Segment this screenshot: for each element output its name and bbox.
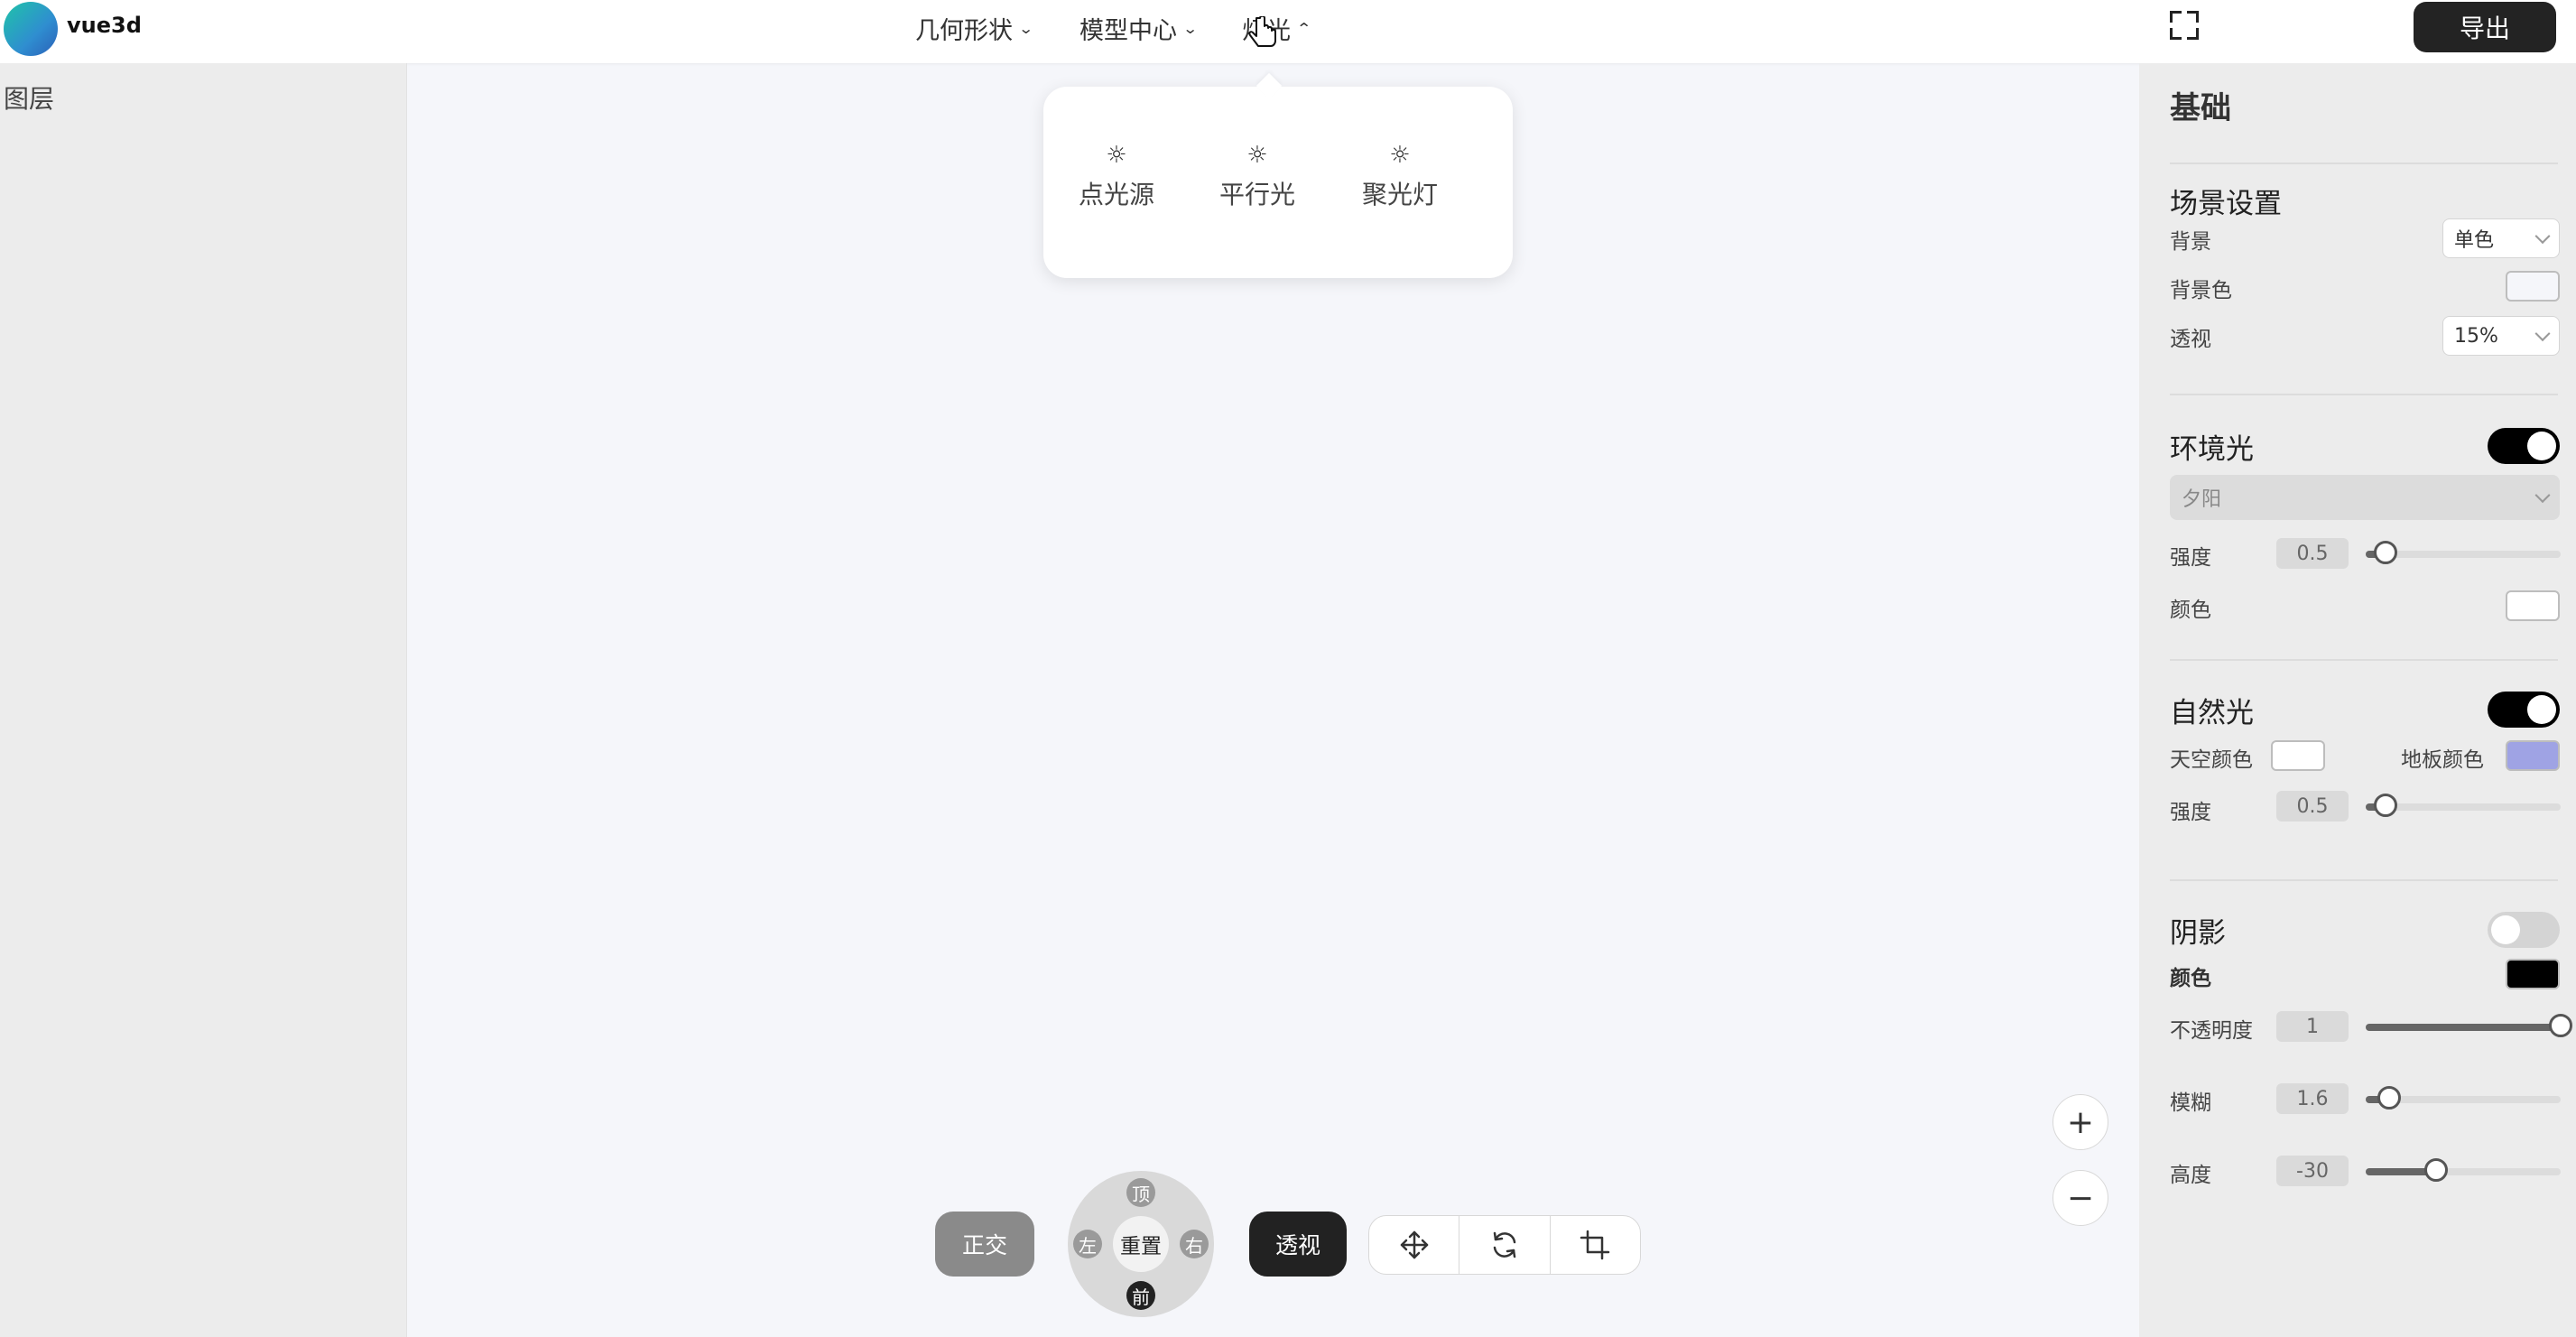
hand-cursor-icon [1247, 14, 1278, 61]
light-option-label: 聚光灯 [1361, 180, 1438, 209]
perspective-label: 透视 [2170, 328, 2211, 351]
ambient-preset-select[interactable]: 夕阳 [2170, 475, 2560, 520]
sky-color-label: 天空颜色 [2170, 748, 2253, 772]
ground-color-swatch[interactable] [2506, 740, 2560, 771]
chevron-up-icon: ⌃ [1295, 20, 1312, 37]
shadow-color-label: 颜色 [2170, 967, 2211, 990]
shadow-blur-slider[interactable] [2366, 1086, 2561, 1110]
shadow-height-label: 高度 [2170, 1164, 2211, 1187]
natural-light-toggle[interactable] [2488, 692, 2560, 728]
chevron-down-icon [2534, 326, 2551, 342]
menu-model-label: 模型中心 [1080, 17, 1177, 45]
ambient-color-label: 颜色 [2170, 599, 2211, 622]
sun-icon: ☼ [1106, 142, 1127, 169]
shadow-opacity-input[interactable]: 1 [2276, 1011, 2349, 1042]
divider [2170, 659, 2558, 661]
light-option-label: 点光源 [1078, 180, 1154, 209]
background-select-value: 单色 [2454, 229, 2495, 252]
shadow-blur-label: 模糊 [2170, 1091, 2211, 1115]
perspective-button[interactable]: 透视 [1249, 1212, 1347, 1277]
natural-intensity-label: 强度 [2170, 801, 2211, 824]
export-button[interactable]: 导出 [2414, 2, 2556, 52]
divider [2170, 162, 2558, 164]
light-option-directional[interactable]: ☼ 平行光 [1190, 143, 1325, 211]
ambient-preset-value: 夕阳 [2182, 488, 2222, 511]
ambient-light-toggle[interactable] [2488, 428, 2560, 464]
view-right-button[interactable]: 右 [1180, 1230, 1209, 1258]
rotate-icon[interactable] [1459, 1216, 1551, 1274]
menu-model-center[interactable]: 模型中心 ⌄ [1080, 11, 1199, 46]
sky-color-swatch[interactable] [2271, 740, 2325, 771]
layer-panel-title: 图层 [4, 84, 55, 114]
shadow-blur-input[interactable]: 1.6 [2276, 1083, 2349, 1114]
perspective-select[interactable]: 15% [2442, 316, 2560, 356]
background-color-swatch[interactable] [2506, 271, 2560, 302]
menu-geometry-label: 几何形状 [915, 17, 1013, 45]
background-label: 背景 [2170, 230, 2211, 254]
shadow-title: 阴影 [2170, 917, 2226, 950]
zoom-in-button[interactable]: + [2052, 1094, 2108, 1150]
chevron-down-icon: ⌄ [1017, 20, 1034, 37]
transform-tool-group [1368, 1215, 1641, 1275]
shadow-height-slider[interactable] [2366, 1158, 2561, 1182]
shadow-opacity-slider[interactable] [2366, 1014, 2572, 1037]
orthographic-button[interactable]: 正交 [935, 1212, 1034, 1277]
shadow-color-swatch[interactable] [2506, 959, 2560, 989]
ambient-intensity-input[interactable]: 0.5 [2276, 538, 2349, 569]
sun-icon: ☼ [1389, 142, 1411, 169]
light-option-point[interactable]: ☼ 点光源 [1049, 143, 1184, 211]
view-direction-pad: 顶 左 重置 右 前 [1068, 1171, 1214, 1317]
natural-intensity-slider[interactable] [2366, 794, 2561, 817]
shadow-toggle[interactable] [2488, 912, 2560, 948]
light-option-label: 平行光 [1219, 180, 1295, 209]
chevron-down-icon [2534, 487, 2551, 504]
divider [2170, 879, 2558, 881]
chevron-down-icon: ⌄ [1181, 20, 1199, 37]
chevron-down-icon [2534, 228, 2551, 245]
view-front-button[interactable]: 前 [1126, 1281, 1155, 1310]
ambient-intensity-label: 强度 [2170, 546, 2211, 570]
scene-settings-title: 场景设置 [2170, 188, 2282, 220]
crop-icon[interactable] [1551, 1216, 1640, 1274]
view-reset-button[interactable]: 重置 [1113, 1216, 1169, 1272]
view-left-button[interactable]: 左 [1073, 1230, 1102, 1258]
ambient-color-swatch[interactable] [2506, 590, 2560, 621]
view-top-button[interactable]: 顶 [1126, 1178, 1155, 1207]
zoom-out-button[interactable]: − [2052, 1170, 2108, 1226]
natural-intensity-input[interactable]: 0.5 [2276, 791, 2349, 822]
ambient-light-title: 环境光 [2170, 433, 2254, 466]
properties-title: 基础 [2170, 90, 2231, 126]
top-header: vue3d 几何形状 ⌄ 模型中心 ⌄ 灯光 ⌃ 导出 [0, 0, 2576, 63]
app-name: vue3d [67, 13, 142, 38]
layer-panel: 图层 [0, 63, 407, 1337]
sun-icon: ☼ [1246, 142, 1268, 169]
move-icon[interactable] [1369, 1216, 1460, 1274]
ground-color-label: 地板颜色 [2401, 748, 2484, 772]
perspective-select-value: 15% [2454, 324, 2498, 348]
divider [2170, 394, 2558, 395]
shadow-height-input[interactable]: -30 [2276, 1156, 2349, 1186]
menu-geometry[interactable]: 几何形状 ⌄ [915, 11, 1034, 46]
shadow-opacity-label: 不透明度 [2170, 1019, 2253, 1043]
background-select[interactable]: 单色 [2442, 218, 2560, 258]
background-color-label: 背景色 [2170, 279, 2232, 302]
natural-light-title: 自然光 [2170, 697, 2254, 729]
fullscreen-icon[interactable] [2170, 11, 2199, 40]
app-logo [4, 2, 58, 56]
lighting-dropdown: ☼ 点光源 ☼ 平行光 ☼ 聚光灯 [1043, 87, 1513, 278]
light-option-spot[interactable]: ☼ 聚光灯 [1332, 143, 1468, 211]
ambient-intensity-slider[interactable] [2366, 541, 2561, 564]
